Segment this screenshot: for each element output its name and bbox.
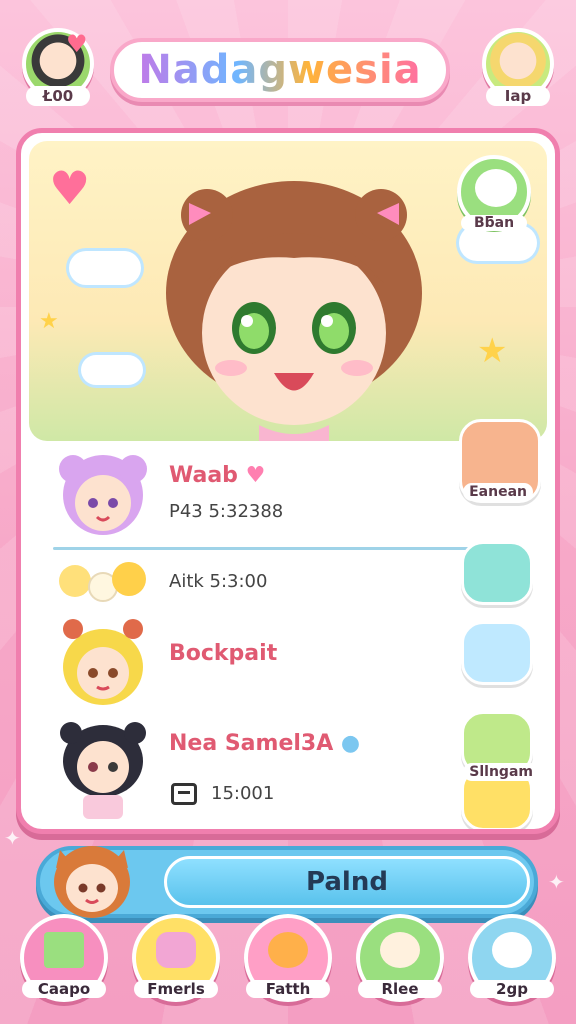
list-item[interactable]: Nea Samel3A ● 15:001 Sllngam (21, 711, 555, 829)
notebook-icon (156, 932, 196, 968)
star-icon: ★ (477, 331, 508, 371)
divider (53, 547, 473, 550)
character-name: Nea Samel3A ● (169, 731, 361, 756)
nav-item-home[interactable]: Caapo (20, 914, 108, 1006)
pets-group-avatar (59, 562, 146, 602)
pet-icon (492, 932, 532, 968)
nav-label: Fmerls (134, 980, 218, 998)
cloud-decoration (69, 251, 141, 285)
avatar (63, 619, 143, 705)
crystal-button[interactable] (461, 541, 533, 605)
bottom-nav: Caapo Fmerls Fatth Rlee 2gp (0, 914, 576, 1024)
play-button[interactable]: Palnd (164, 856, 530, 908)
cat-icon (268, 932, 308, 968)
cat-face-icon (475, 169, 517, 207)
hero-badge-label: Bƃan (461, 215, 527, 231)
character-stat: Aitk 5:3:00 (169, 571, 268, 592)
character-icon (380, 932, 420, 968)
main-card: ♥ ★ ★ Bƃan Eanean Waab ♥ P43 5:32388 Ait… (16, 128, 560, 834)
star-icon: ★ (39, 309, 59, 334)
nav-label: Caapo (22, 980, 106, 998)
calendar-icon (171, 783, 197, 805)
hero-heart-icon: ♥ (49, 161, 91, 215)
right-profile-label: Iap (486, 86, 550, 106)
player-avatar[interactable] (46, 838, 138, 924)
avatar (60, 722, 146, 819)
hero-character-portrait (166, 181, 422, 441)
heart-icon: ♥ (245, 463, 266, 488)
character-name: Bockpait (169, 641, 278, 666)
ghost-icon: ● (340, 731, 361, 756)
avatar (59, 455, 147, 535)
nav-label: Fatth (246, 980, 330, 998)
game-title: Nadagwesia (138, 47, 422, 93)
hero-banner: ♥ ★ ★ Bƃan (29, 141, 547, 441)
sparkle-icon: ✦ (548, 870, 565, 894)
nav-item-notebook[interactable]: Fmerls (132, 914, 220, 1006)
header: ♥ Ł00 Nadagwesia Iap (0, 0, 576, 120)
nav-item-cat[interactable]: Fatth (244, 914, 332, 1006)
character-stat: P43 5:32388 (169, 501, 284, 522)
home-icon (44, 932, 84, 968)
list-item[interactable]: Bockpait (21, 619, 555, 711)
cloud-decoration (81, 355, 143, 385)
nav-item-pet[interactable]: 2gp (468, 914, 556, 1006)
nav-label: 2gp (470, 980, 554, 998)
list-item[interactable]: Waab ♥ P43 5:32388 (21, 443, 555, 550)
heart-icon: ♥ (66, 30, 88, 58)
sparkle-icon: ✦ (4, 826, 21, 850)
nav-item-character[interactable]: Rlee (356, 914, 444, 1006)
character-stat: 15:001 (211, 783, 275, 804)
potion-button[interactable] (461, 621, 533, 685)
left-profile-label: Ł00 (26, 86, 90, 106)
title-banner: Nadagwesia (110, 38, 450, 102)
skill-button-label: Sllngam (463, 763, 539, 781)
nav-label: Rlee (358, 980, 442, 998)
character-name: Waab ♥ (169, 463, 266, 488)
